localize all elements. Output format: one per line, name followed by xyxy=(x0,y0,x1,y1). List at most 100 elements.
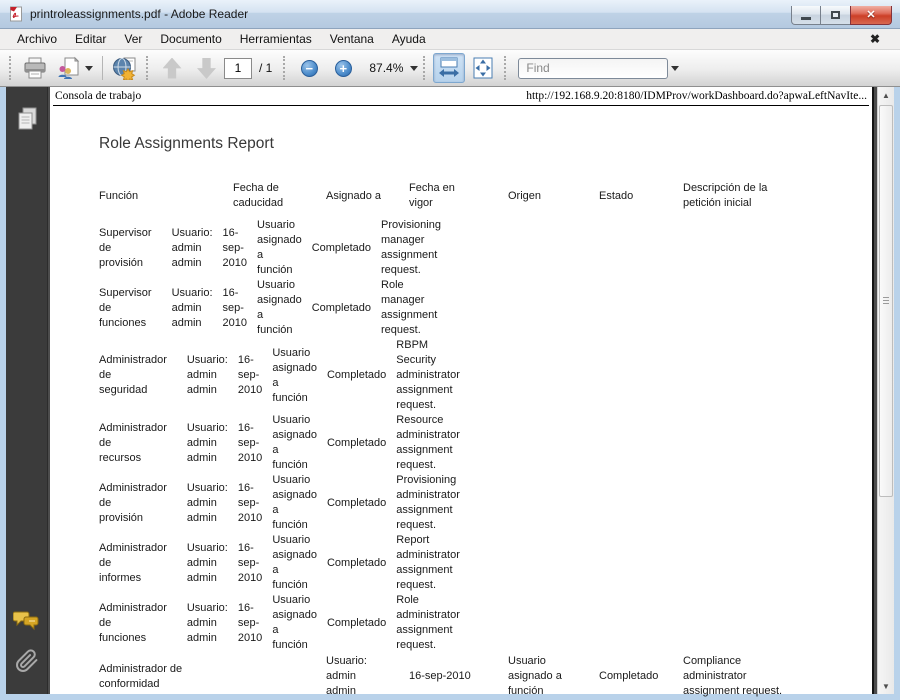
cell-fecha-vigor: 16-sep-2010 xyxy=(222,286,248,329)
document-canvas: Consola de trabajo http://192.168.9.20:8… xyxy=(48,87,877,697)
cell-asignado-a: Usuario: admin admin xyxy=(186,354,228,396)
cell-origen: Usuario asignado a función xyxy=(257,219,302,276)
cell-descripcion: RBPM Security administrator assignment r… xyxy=(396,339,460,411)
toolbar-grip xyxy=(146,56,151,80)
attachments-panel-button[interactable] xyxy=(15,648,39,674)
cell-descripcion: Role administrator assignment request. xyxy=(396,594,460,651)
menu-item-archivo[interactable]: Archivo xyxy=(8,30,66,48)
cell-funcion: Supervisor de funciones xyxy=(99,286,152,329)
toolbar-grip xyxy=(9,56,14,80)
cell-asignado-a: Usuario: admin admin xyxy=(186,421,228,464)
cell-funcion: Supervisor de provisión xyxy=(99,226,152,269)
cell-fecha-vigor: 16-sep-2010 xyxy=(409,670,471,683)
next-page-button[interactable] xyxy=(190,53,222,83)
scrollbar-thumb[interactable] xyxy=(879,105,893,497)
fit-page-icon xyxy=(473,57,493,79)
table-header-row: Función Fecha de caducidad Asignado a Fecha… xyxy=(99,178,864,214)
navigation-pane xyxy=(6,87,48,694)
minus-icon: − xyxy=(300,59,318,77)
cell-asignado-a: Usuario: admin admin xyxy=(186,481,228,524)
cell-descripcion: Compliance administrator assignment requ… xyxy=(683,655,783,698)
cell-funcion: Administrador de seguridad xyxy=(99,354,167,396)
find-input[interactable] xyxy=(518,57,669,79)
fit-page-button[interactable] xyxy=(467,53,499,83)
cell-estado: Completado xyxy=(311,301,372,314)
scroll-up-icon[interactable]: ▲ xyxy=(878,87,894,103)
find-dropdown-caret-icon[interactable] xyxy=(671,65,680,71)
menu-item-documento[interactable]: Documento xyxy=(151,30,230,48)
close-document-icon[interactable]: ✖ xyxy=(870,33,880,45)
scroll-down-icon[interactable]: ▼ xyxy=(878,678,894,694)
maximize-icon xyxy=(831,11,840,19)
pdf-page: Consola de trabajo http://192.168.9.20:8… xyxy=(50,87,874,697)
table-row: Administrador de seguridad Usuario: admi… xyxy=(99,338,460,413)
share-dropdown-caret-icon[interactable] xyxy=(85,65,93,71)
column-header: Estado xyxy=(599,189,634,202)
minimize-icon xyxy=(801,17,811,20)
maximize-button[interactable] xyxy=(821,6,850,25)
page-total-label: / 1 xyxy=(259,61,273,75)
cell-estado: Completado xyxy=(326,556,387,569)
menu-item-ayuda[interactable]: Ayuda xyxy=(383,30,435,48)
toolbar-grip xyxy=(423,56,428,80)
pages-panel-button[interactable] xyxy=(15,107,39,133)
content-area: Consola de trabajo http://192.168.9.20:8… xyxy=(6,87,894,697)
zoom-out-button[interactable]: − xyxy=(293,53,325,83)
cell-origen: Usuario asignado a función xyxy=(272,474,317,531)
cell-fecha-vigor: 16-sep-2010 xyxy=(237,354,263,396)
menu-bar: Archivo Editar Ver Documento Herramientas Ven… xyxy=(0,29,900,50)
comments-panel-button[interactable] xyxy=(13,609,40,632)
cell-funcion: Administrador de conformidad xyxy=(99,662,183,690)
cell-fecha-vigor: 16-sep-2010 xyxy=(237,541,263,584)
menu-item-editar[interactable]: Editar xyxy=(66,30,115,48)
page-header: Consola de trabajo http://192.168.9.20:8… xyxy=(53,89,869,106)
web-collaboration-button[interactable] xyxy=(109,53,141,83)
fit-width-icon xyxy=(439,57,460,77)
share-review-button[interactable] xyxy=(53,53,96,83)
cell-descripcion: Resource administrator assignment reques… xyxy=(396,414,460,471)
scrollbar-grip-icon xyxy=(883,297,889,305)
cell-origen: Usuario asignado a función xyxy=(272,414,317,471)
cell-asignado-a: Usuario: admin admin xyxy=(186,541,228,584)
zoom-dropdown-caret-icon[interactable] xyxy=(410,65,419,71)
column-header: Fecha en vigor xyxy=(409,182,455,209)
close-button[interactable]: ✕ xyxy=(850,6,892,25)
cell-descripcion: Role manager assignment request. xyxy=(381,279,438,336)
arrow-up-icon xyxy=(162,57,182,79)
table-row: Supervisor de provisión Usuario: admin a… xyxy=(99,218,441,278)
zoom-in-button[interactable]: + xyxy=(327,53,359,83)
page-number-input[interactable] xyxy=(224,57,252,79)
previous-page-button[interactable] xyxy=(156,53,188,83)
cell-estado: Completado xyxy=(326,496,387,509)
cell-descripcion: Report administrator assignment request. xyxy=(396,534,460,591)
column-header: Fecha de caducidad xyxy=(233,182,284,209)
cell-funcion: Administrador de recursos xyxy=(99,421,167,464)
report-title: Role Assignments Report xyxy=(99,135,274,152)
cell-origen: Usuario asignado a función xyxy=(257,279,302,336)
cell-estado: Completado xyxy=(326,616,387,629)
table-body: Supervisor de provisión Usuario: admin a… xyxy=(99,218,864,700)
window-title: printroleassignments.pdf - Adobe Reader xyxy=(30,7,249,21)
globe-document-icon xyxy=(113,57,136,80)
column-header: Descripción de la petición inicial xyxy=(683,182,768,209)
menu-item-ventana[interactable]: Ventana xyxy=(321,30,383,48)
fit-width-button[interactable] xyxy=(433,53,466,83)
scrollbar-track[interactable] xyxy=(878,103,894,678)
plus-icon: + xyxy=(334,59,352,77)
cell-estado: Completado xyxy=(326,369,387,381)
print-button[interactable] xyxy=(19,53,51,83)
page-header-url: http://192.168.9.20:8180/IDMProv/workDas… xyxy=(526,90,867,102)
vertical-scrollbar[interactable]: ▲ ▼ xyxy=(877,87,894,694)
report-body: Role Assignments Report Función Fecha de … xyxy=(50,135,872,700)
minimize-button[interactable] xyxy=(791,6,821,25)
cell-fecha-vigor: 16-sep-2010 xyxy=(222,226,248,269)
pages-icon xyxy=(18,107,36,130)
adobe-reader-window: printroleassignments.pdf - Adobe Reader … xyxy=(0,0,900,700)
menu-item-ver[interactable]: Ver xyxy=(115,30,151,48)
cell-funcion: Administrador de informes xyxy=(99,541,167,584)
cell-asignado-a: Usuario: admin admin xyxy=(171,286,213,329)
menu-item-herramientas[interactable]: Herramientas xyxy=(231,30,321,48)
cell-origen: Usuario asignado a función xyxy=(272,346,317,404)
cell-descripcion: Provisioning manager assignment request. xyxy=(381,219,441,276)
pdf-file-icon xyxy=(10,6,22,22)
